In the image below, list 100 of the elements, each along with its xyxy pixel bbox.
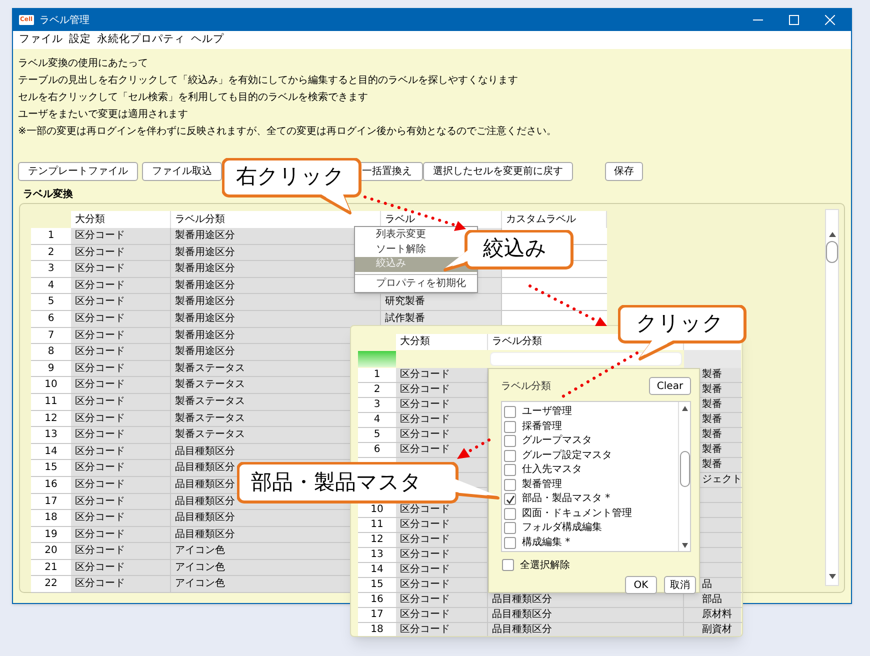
row-number: 2 xyxy=(358,383,396,397)
row-number: 1 xyxy=(358,368,396,382)
table-cell: 原材料 xyxy=(684,608,741,622)
checkbox[interactable] xyxy=(504,450,516,462)
table-cell: 区分コード xyxy=(396,383,488,397)
row-number: 3 xyxy=(358,398,396,412)
checkbox[interactable] xyxy=(504,508,516,520)
option-label[interactable]: 全選択解除 xyxy=(520,558,570,572)
menu-item[interactable]: ファイル xyxy=(19,32,63,48)
column-header[interactable]: 大分類 xyxy=(71,211,171,228)
table-cell: 区分コード xyxy=(396,413,488,427)
callout-text: クリック xyxy=(636,310,724,337)
column-header[interactable]: 大分類 xyxy=(396,334,488,350)
menu-item[interactable]: ヘルプ xyxy=(191,32,224,48)
scrollbar[interactable] xyxy=(678,402,690,551)
table-cell xyxy=(684,350,741,368)
scroll-thumb[interactable] xyxy=(826,241,838,263)
row-number: 15 xyxy=(358,578,396,592)
option-label[interactable]: 部品・製品マスタ * xyxy=(522,492,610,506)
row-number: 11 xyxy=(31,394,71,410)
menu-item[interactable]: 永続化プロパティ xyxy=(97,32,185,48)
checkbox[interactable] xyxy=(504,435,516,448)
table-cell: 品目種類区分 xyxy=(488,623,684,636)
row-number: 13 xyxy=(358,548,396,562)
table-cell: 部品 xyxy=(684,593,741,607)
info-text: セルを右クリックして「セル検索」を利用しても目的のラベルを検索できます xyxy=(18,90,369,105)
scroll-thumb[interactable] xyxy=(680,451,690,487)
checkbox[interactable] xyxy=(504,536,516,549)
table-cell: 区分コード xyxy=(71,344,171,360)
table-cell: 区分コード xyxy=(71,576,171,592)
row-number: 7 xyxy=(31,328,71,344)
menu-item[interactable]: 設定 xyxy=(69,32,91,48)
row-number: 12 xyxy=(358,533,396,547)
table-cell: 区分コード xyxy=(396,428,488,442)
info-text: ユーザをまたいで変更は適用されます xyxy=(18,108,189,122)
checkbox[interactable] xyxy=(502,559,514,571)
row-number: 8 xyxy=(31,344,71,360)
checkbox[interactable] xyxy=(504,464,516,476)
option-label[interactable]: グループマスタ xyxy=(522,434,592,448)
row-number: 6 xyxy=(358,443,396,457)
table-cell: 区分コード xyxy=(396,548,488,562)
toolbar-button[interactable]: 選択したセルを変更前に戻す xyxy=(423,162,573,181)
table-cell: 区分コード xyxy=(396,623,488,636)
scroll-down-icon[interactable] xyxy=(682,543,688,548)
row-number: 17 xyxy=(358,608,396,622)
option-label[interactable]: フォルダ構成編集 xyxy=(522,521,602,536)
scroll-down-icon[interactable] xyxy=(828,574,836,579)
row-number: 19 xyxy=(31,526,71,542)
option-label[interactable]: グループ設定マスタ xyxy=(522,448,612,463)
table-cell: 区分コード xyxy=(396,578,488,592)
table-cell: 区分コード xyxy=(71,394,171,410)
table-cell: 区分コード xyxy=(396,608,488,622)
table-cell: 区分コード xyxy=(71,427,171,443)
toolbar-button[interactable]: ファイル取込 xyxy=(142,162,222,181)
table-cell: 区分コード xyxy=(396,593,488,607)
table-cell: 区分コード xyxy=(71,460,171,476)
scrollbar[interactable] xyxy=(825,209,839,586)
row-number: 9 xyxy=(31,360,71,376)
table-cell: 区分コード xyxy=(71,310,171,327)
table-cell: 製番用途区分 xyxy=(171,310,381,327)
table-cell: 区分コード xyxy=(396,443,488,457)
option-label[interactable]: 図面・ドキュメント管理 xyxy=(522,506,632,521)
option-label[interactable]: 構成編集 * xyxy=(522,536,570,550)
callout-text: 右クリック xyxy=(236,163,345,190)
option-label[interactable]: 製番管理 xyxy=(522,478,562,492)
row-number: 18 xyxy=(31,510,71,526)
close-icon[interactable] xyxy=(825,15,835,25)
row-number: 10 xyxy=(31,377,71,393)
row-number: 14 xyxy=(358,563,396,577)
checkbox[interactable] xyxy=(504,493,516,506)
info-text: ラベル変換の使用にあたって xyxy=(18,56,149,71)
checkbox[interactable] xyxy=(504,406,516,418)
checkbox[interactable] xyxy=(504,478,516,491)
table-cell: 区分コード xyxy=(71,510,171,526)
clear-button[interactable]: Clear xyxy=(649,377,691,395)
option-label[interactable]: 仕入先マスタ xyxy=(522,463,582,478)
column-header[interactable]: カスタムラベル xyxy=(502,211,607,228)
row-number: 15 xyxy=(31,460,71,476)
toolbar-button[interactable]: 保存 xyxy=(605,162,643,181)
scroll-up-icon[interactable] xyxy=(682,406,688,411)
row-number: 17 xyxy=(31,494,71,510)
popup-title: ラベル分類 xyxy=(501,380,551,394)
maximize-icon[interactable] xyxy=(789,15,799,25)
checkbox[interactable] xyxy=(504,522,516,534)
option-label[interactable]: 採番管理 xyxy=(522,420,562,434)
callout-text: 絞込み xyxy=(483,235,547,262)
row-number: 5 xyxy=(31,294,71,310)
row-number: 6 xyxy=(31,310,71,327)
filter-indicator xyxy=(358,351,396,367)
toolbar-button[interactable]: テンプレートファイル xyxy=(18,162,138,181)
scroll-up-icon[interactable] xyxy=(828,232,836,237)
table-cell: 区分コード xyxy=(71,526,171,542)
table-cell: 品目種類区分 xyxy=(488,593,684,607)
table-cell: 区分コード xyxy=(71,261,171,277)
checkbox[interactable] xyxy=(504,420,516,433)
table-cell: 区分コード xyxy=(396,533,488,547)
dialog-button[interactable]: OK xyxy=(625,576,657,594)
dialog-button[interactable]: 取消 xyxy=(664,576,696,594)
option-label[interactable]: ユーザ管理 xyxy=(522,405,572,420)
row-number: 4 xyxy=(358,413,396,427)
